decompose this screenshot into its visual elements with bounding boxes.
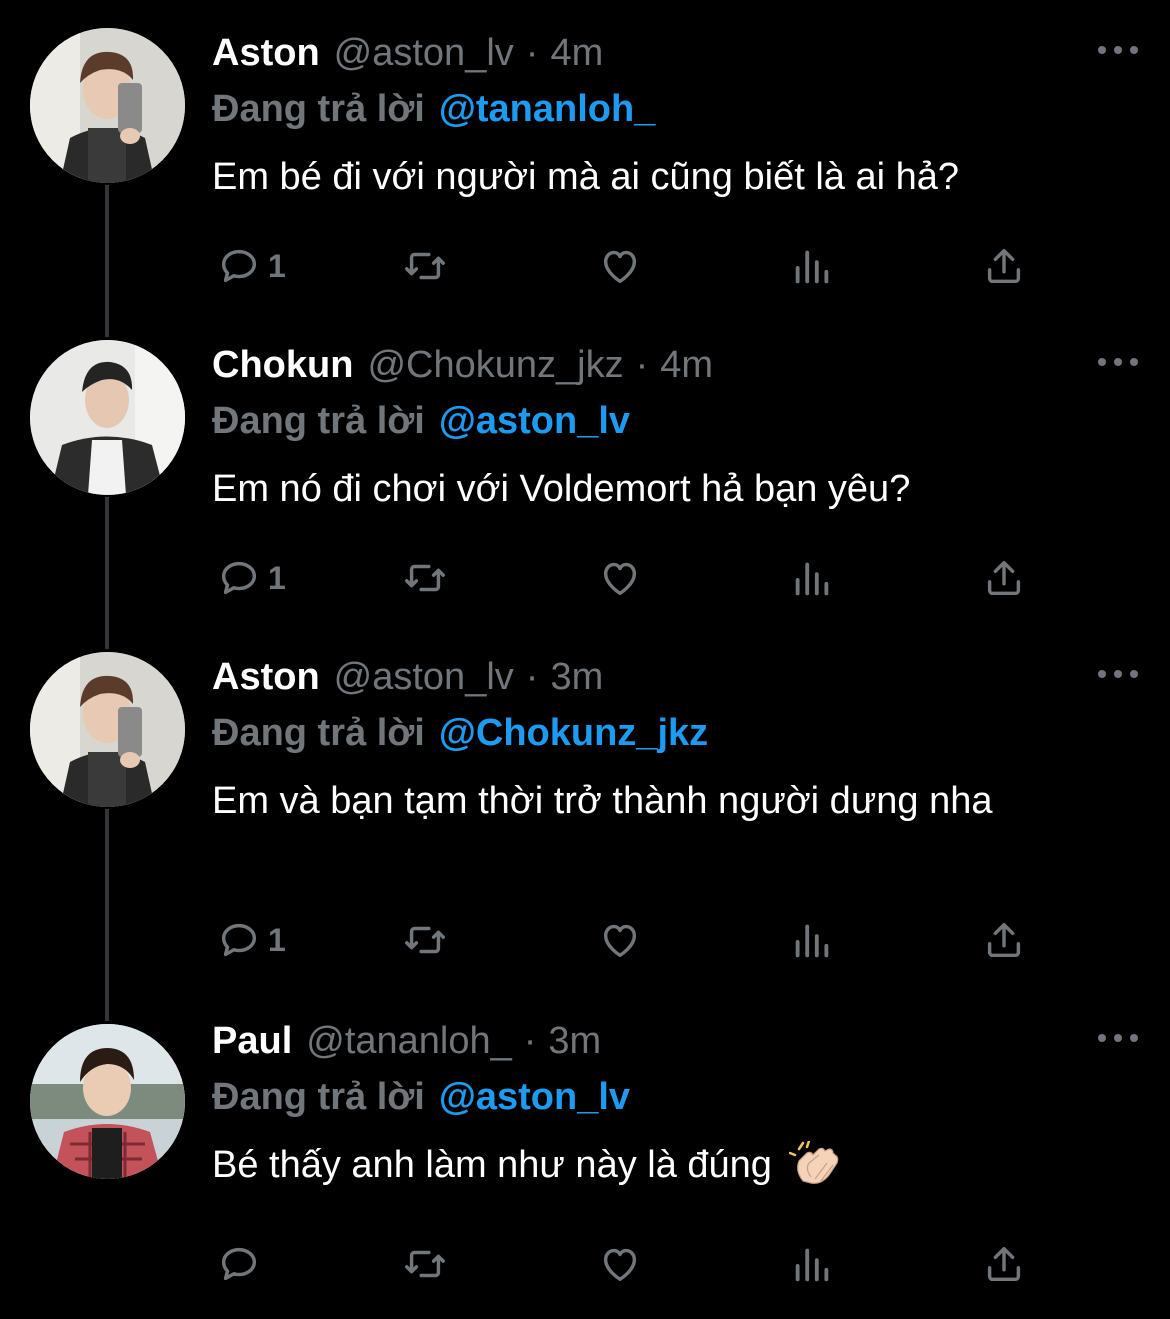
- like-button[interactable]: [597, 242, 643, 290]
- retweet-icon: [405, 926, 445, 954]
- tweet-actions: 1: [212, 554, 1042, 602]
- views-icon: [795, 562, 829, 596]
- reply-icon: [221, 1247, 257, 1281]
- reply-button[interactable]: [216, 1240, 268, 1288]
- tweet-text: Em nó đi chơi với Voldemort hả bạn yêu?: [212, 468, 911, 510]
- reply-icon: [221, 561, 257, 595]
- share-button[interactable]: [981, 916, 1027, 964]
- retweet-icon: [405, 564, 445, 592]
- reply-button[interactable]: 1: [216, 916, 286, 964]
- views-button[interactable]: [789, 554, 835, 602]
- clapping-hands-icon: [788, 1141, 838, 1184]
- tweet-actions: [212, 1240, 1042, 1288]
- reply-icon: [221, 249, 257, 283]
- user-handle[interactable]: @aston_lv: [334, 656, 514, 699]
- share-icon: [987, 248, 1021, 284]
- avatar[interactable]: [30, 652, 185, 807]
- views-button[interactable]: [789, 1240, 835, 1288]
- separator: ·: [525, 31, 539, 74]
- tweet-item[interactable]: Paul @tananloh_ · 3m Đang trả lời @aston…: [0, 1016, 1170, 1306]
- views-button[interactable]: [789, 242, 835, 290]
- replying-to: Đang trả lời @tananloh_: [212, 84, 655, 134]
- reply-to-link[interactable]: @aston_lv: [439, 1076, 630, 1119]
- display-name[interactable]: Aston: [212, 656, 320, 699]
- like-button[interactable]: [597, 916, 643, 964]
- retweet-button[interactable]: [402, 242, 448, 290]
- reply-prefix: Đang trả lời: [212, 87, 425, 130]
- reply-count: 1: [268, 247, 286, 284]
- more-icon[interactable]: [1098, 350, 1138, 374]
- views-icon: [795, 1248, 829, 1282]
- tweet-actions: 1: [212, 242, 1042, 290]
- reply-button[interactable]: 1: [216, 554, 286, 602]
- retweet-button[interactable]: [402, 916, 448, 964]
- tweet-text: Bé thấy anh làm như này là đúng: [212, 1144, 772, 1186]
- retweet-icon: [405, 1250, 445, 1278]
- heart-icon: [603, 924, 637, 958]
- user-handle[interactable]: @aston_lv: [334, 32, 514, 75]
- more-icon[interactable]: [1098, 38, 1138, 62]
- share-button[interactable]: [981, 1240, 1027, 1288]
- replying-to: Đang trả lời @Chokunz_jkz: [212, 708, 708, 758]
- reply-to-link[interactable]: @aston_lv: [439, 400, 630, 443]
- display-name[interactable]: Paul: [212, 1020, 292, 1063]
- timestamp[interactable]: 4m: [660, 344, 713, 387]
- tweet-item[interactable]: Aston @aston_lv · 4m Đang trả lời @tanan…: [0, 28, 1170, 318]
- like-button[interactable]: [597, 554, 643, 602]
- heart-icon: [603, 1248, 637, 1282]
- heart-icon: [603, 250, 637, 284]
- retweet-button[interactable]: [402, 1240, 448, 1288]
- avatar[interactable]: [30, 1024, 185, 1179]
- separator: ·: [635, 343, 649, 386]
- retweet-button[interactable]: [402, 554, 448, 602]
- views-icon: [795, 924, 829, 958]
- views-button[interactable]: [789, 916, 835, 964]
- reply-prefix: Đang trả lời: [212, 399, 425, 442]
- user-handle[interactable]: @tananloh_: [306, 1020, 512, 1063]
- avatar[interactable]: [30, 340, 185, 495]
- share-button[interactable]: [981, 554, 1027, 602]
- views-icon: [795, 250, 829, 284]
- tweet-actions: 1: [212, 916, 1042, 964]
- reply-thread: Aston @aston_lv · 4m Đang trả lời @tanan…: [0, 0, 1170, 1319]
- reply-icon: [221, 923, 257, 957]
- timestamp[interactable]: 3m: [550, 656, 603, 699]
- heart-icon: [603, 562, 637, 596]
- reply-to-link[interactable]: @tananloh_: [439, 88, 656, 131]
- tweet-text: Em và bạn tạm thời trở thành người dưng …: [212, 780, 993, 822]
- share-icon: [987, 560, 1021, 596]
- reply-count: 1: [268, 921, 286, 958]
- user-handle[interactable]: @Chokunz_jkz: [367, 344, 623, 387]
- reply-button[interactable]: 1: [216, 242, 286, 290]
- tweet-item[interactable]: Aston @aston_lv · 3m Đang trả lời @Choku…: [0, 652, 1170, 997]
- replying-to: Đang trả lời @aston_lv: [212, 396, 630, 446]
- more-icon[interactable]: [1098, 1026, 1138, 1050]
- share-icon: [987, 922, 1021, 958]
- tweet-text: Em bé đi với người mà ai cũng biết là ai…: [212, 156, 959, 198]
- tweet-body: Bé thấy anh làm như này là đúng: [212, 1138, 1112, 1192]
- tweet-item[interactable]: Chokun @Chokunz_jkz · 4m Đang trả lời @a…: [0, 340, 1170, 630]
- share-button[interactable]: [981, 242, 1027, 290]
- reply-prefix: Đang trả lời: [212, 1075, 425, 1118]
- display-name[interactable]: Chokun: [212, 344, 353, 387]
- retweet-icon: [405, 252, 445, 280]
- display-name[interactable]: Aston: [212, 32, 320, 75]
- reply-to-link[interactable]: @Chokunz_jkz: [439, 712, 708, 755]
- separator: ·: [523, 1019, 537, 1062]
- reply-count: 1: [268, 559, 286, 596]
- timestamp[interactable]: 4m: [550, 32, 603, 75]
- avatar[interactable]: [30, 28, 185, 183]
- timestamp[interactable]: 3m: [548, 1020, 601, 1063]
- like-button[interactable]: [597, 1240, 643, 1288]
- more-icon[interactable]: [1098, 662, 1138, 686]
- separator: ·: [525, 655, 539, 698]
- share-icon: [987, 1246, 1021, 1282]
- reply-prefix: Đang trả lời: [212, 711, 425, 754]
- replying-to: Đang trả lời @aston_lv: [212, 1072, 630, 1122]
